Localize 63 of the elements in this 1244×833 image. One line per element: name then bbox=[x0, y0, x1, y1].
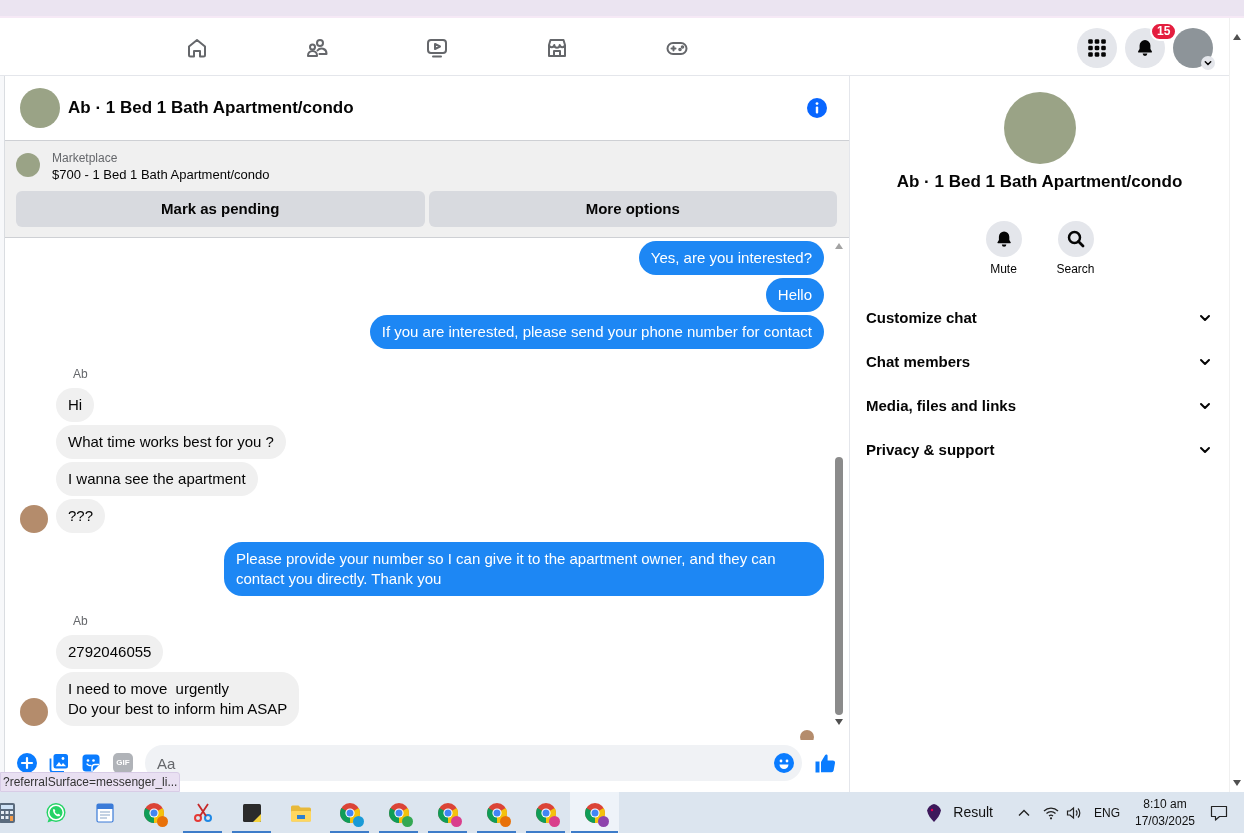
video-screen-icon bbox=[425, 36, 449, 60]
phone-chat-icon bbox=[43, 800, 68, 825]
message-bubble: What time works best for you ? bbox=[56, 425, 286, 459]
listing-source: Marketplace bbox=[52, 150, 118, 166]
message-bubble: I wanna see the apartment bbox=[56, 462, 258, 496]
message-bubble: Please provide your number so I can give it to the apartment owner, and they can contact you directly. Thank you bbox=[224, 542, 824, 596]
message-bubble: I need to move urgently Do your best to inform him ASAP bbox=[56, 672, 300, 726]
people-icon bbox=[305, 36, 329, 60]
message-bubble: 2792046055 bbox=[56, 635, 164, 669]
listing-action-button[interactable]: Mark as pending bbox=[16, 191, 425, 227]
browser-icon bbox=[141, 800, 166, 825]
browser-icon bbox=[435, 800, 460, 825]
scroll-down-arrow-icon[interactable] bbox=[835, 719, 843, 725]
scroll-down-arrow-icon[interactable] bbox=[1233, 780, 1241, 786]
conversation-title: Ab · 1 Bed 1 Bath Apartment/condo bbox=[896, 171, 1183, 193]
link-status-bubble: ?referralSurface=messenger_li... bbox=[0, 772, 181, 792]
accordion-row[interactable]: Customize chat bbox=[858, 296, 1221, 340]
news-widget[interactable]: Result bbox=[924, 802, 993, 823]
search-icon bbox=[1057, 221, 1094, 257]
bell-icon bbox=[1135, 38, 1155, 58]
taskbar-date[interactable]: 17/03/2025 bbox=[1134, 812, 1196, 830]
speaker-icon[interactable] bbox=[1066, 804, 1082, 821]
mute-button[interactable]: Mute bbox=[971, 221, 1036, 277]
info-icon[interactable] bbox=[807, 98, 827, 118]
browser-icon bbox=[386, 800, 411, 825]
search-button[interactable]: Search bbox=[1043, 221, 1108, 277]
chat-title: Ab · 1 Bed 1 Bath Apartment/condo bbox=[68, 97, 354, 119]
listing-action-button[interactable]: More options bbox=[428, 191, 837, 227]
browser-icon bbox=[582, 800, 607, 825]
message-bubble: Hello bbox=[765, 278, 824, 312]
browser-icon bbox=[484, 800, 509, 825]
taskbar-button[interactable] bbox=[570, 792, 619, 833]
sender-name: Ab bbox=[73, 367, 88, 381]
message-bubble: Hi bbox=[56, 388, 95, 422]
message-bubble: ??? bbox=[56, 499, 106, 533]
plus-icon[interactable] bbox=[17, 753, 37, 773]
accordion-row[interactable]: Chat members bbox=[858, 340, 1221, 384]
message-bubble: If you are interested, please send your phone number for contact bbox=[369, 315, 824, 349]
bell-icon bbox=[985, 221, 1022, 257]
accordion-row[interactable]: Media, files and links bbox=[858, 384, 1221, 428]
browser-icon bbox=[533, 800, 558, 825]
thumbs-up-icon[interactable] bbox=[814, 752, 836, 774]
grid-menu-icon bbox=[1087, 38, 1107, 58]
sticker-icon[interactable] bbox=[81, 753, 101, 773]
language-indicator[interactable]: ENG bbox=[1094, 803, 1120, 822]
emoji-icon[interactable] bbox=[774, 753, 794, 773]
taskbar-time[interactable]: 8:10 am bbox=[1143, 795, 1187, 813]
scrollbar-thumb[interactable] bbox=[835, 457, 843, 715]
listing-photo bbox=[16, 153, 40, 177]
accordion-row[interactable]: Privacy & support bbox=[858, 428, 1221, 472]
notification-center-icon[interactable] bbox=[1210, 803, 1228, 822]
sender-name: Ab bbox=[73, 614, 88, 628]
listing-photo bbox=[20, 88, 60, 128]
browser-icon bbox=[337, 800, 362, 825]
notification-badge: 15 bbox=[1150, 22, 1178, 41]
menu-button[interactable] bbox=[1077, 28, 1117, 68]
listing-summary: $700 - 1 Bed 1 Bath Apartment/condo bbox=[52, 166, 270, 184]
account-chevron-icon[interactable] bbox=[1201, 56, 1215, 70]
photo-gallery-icon[interactable] bbox=[49, 753, 69, 773]
message-bubble: Yes, are you interested? bbox=[638, 241, 824, 275]
home-icon bbox=[185, 36, 209, 60]
store-icon bbox=[545, 36, 569, 60]
scroll-up-arrow-icon[interactable] bbox=[1233, 34, 1241, 40]
